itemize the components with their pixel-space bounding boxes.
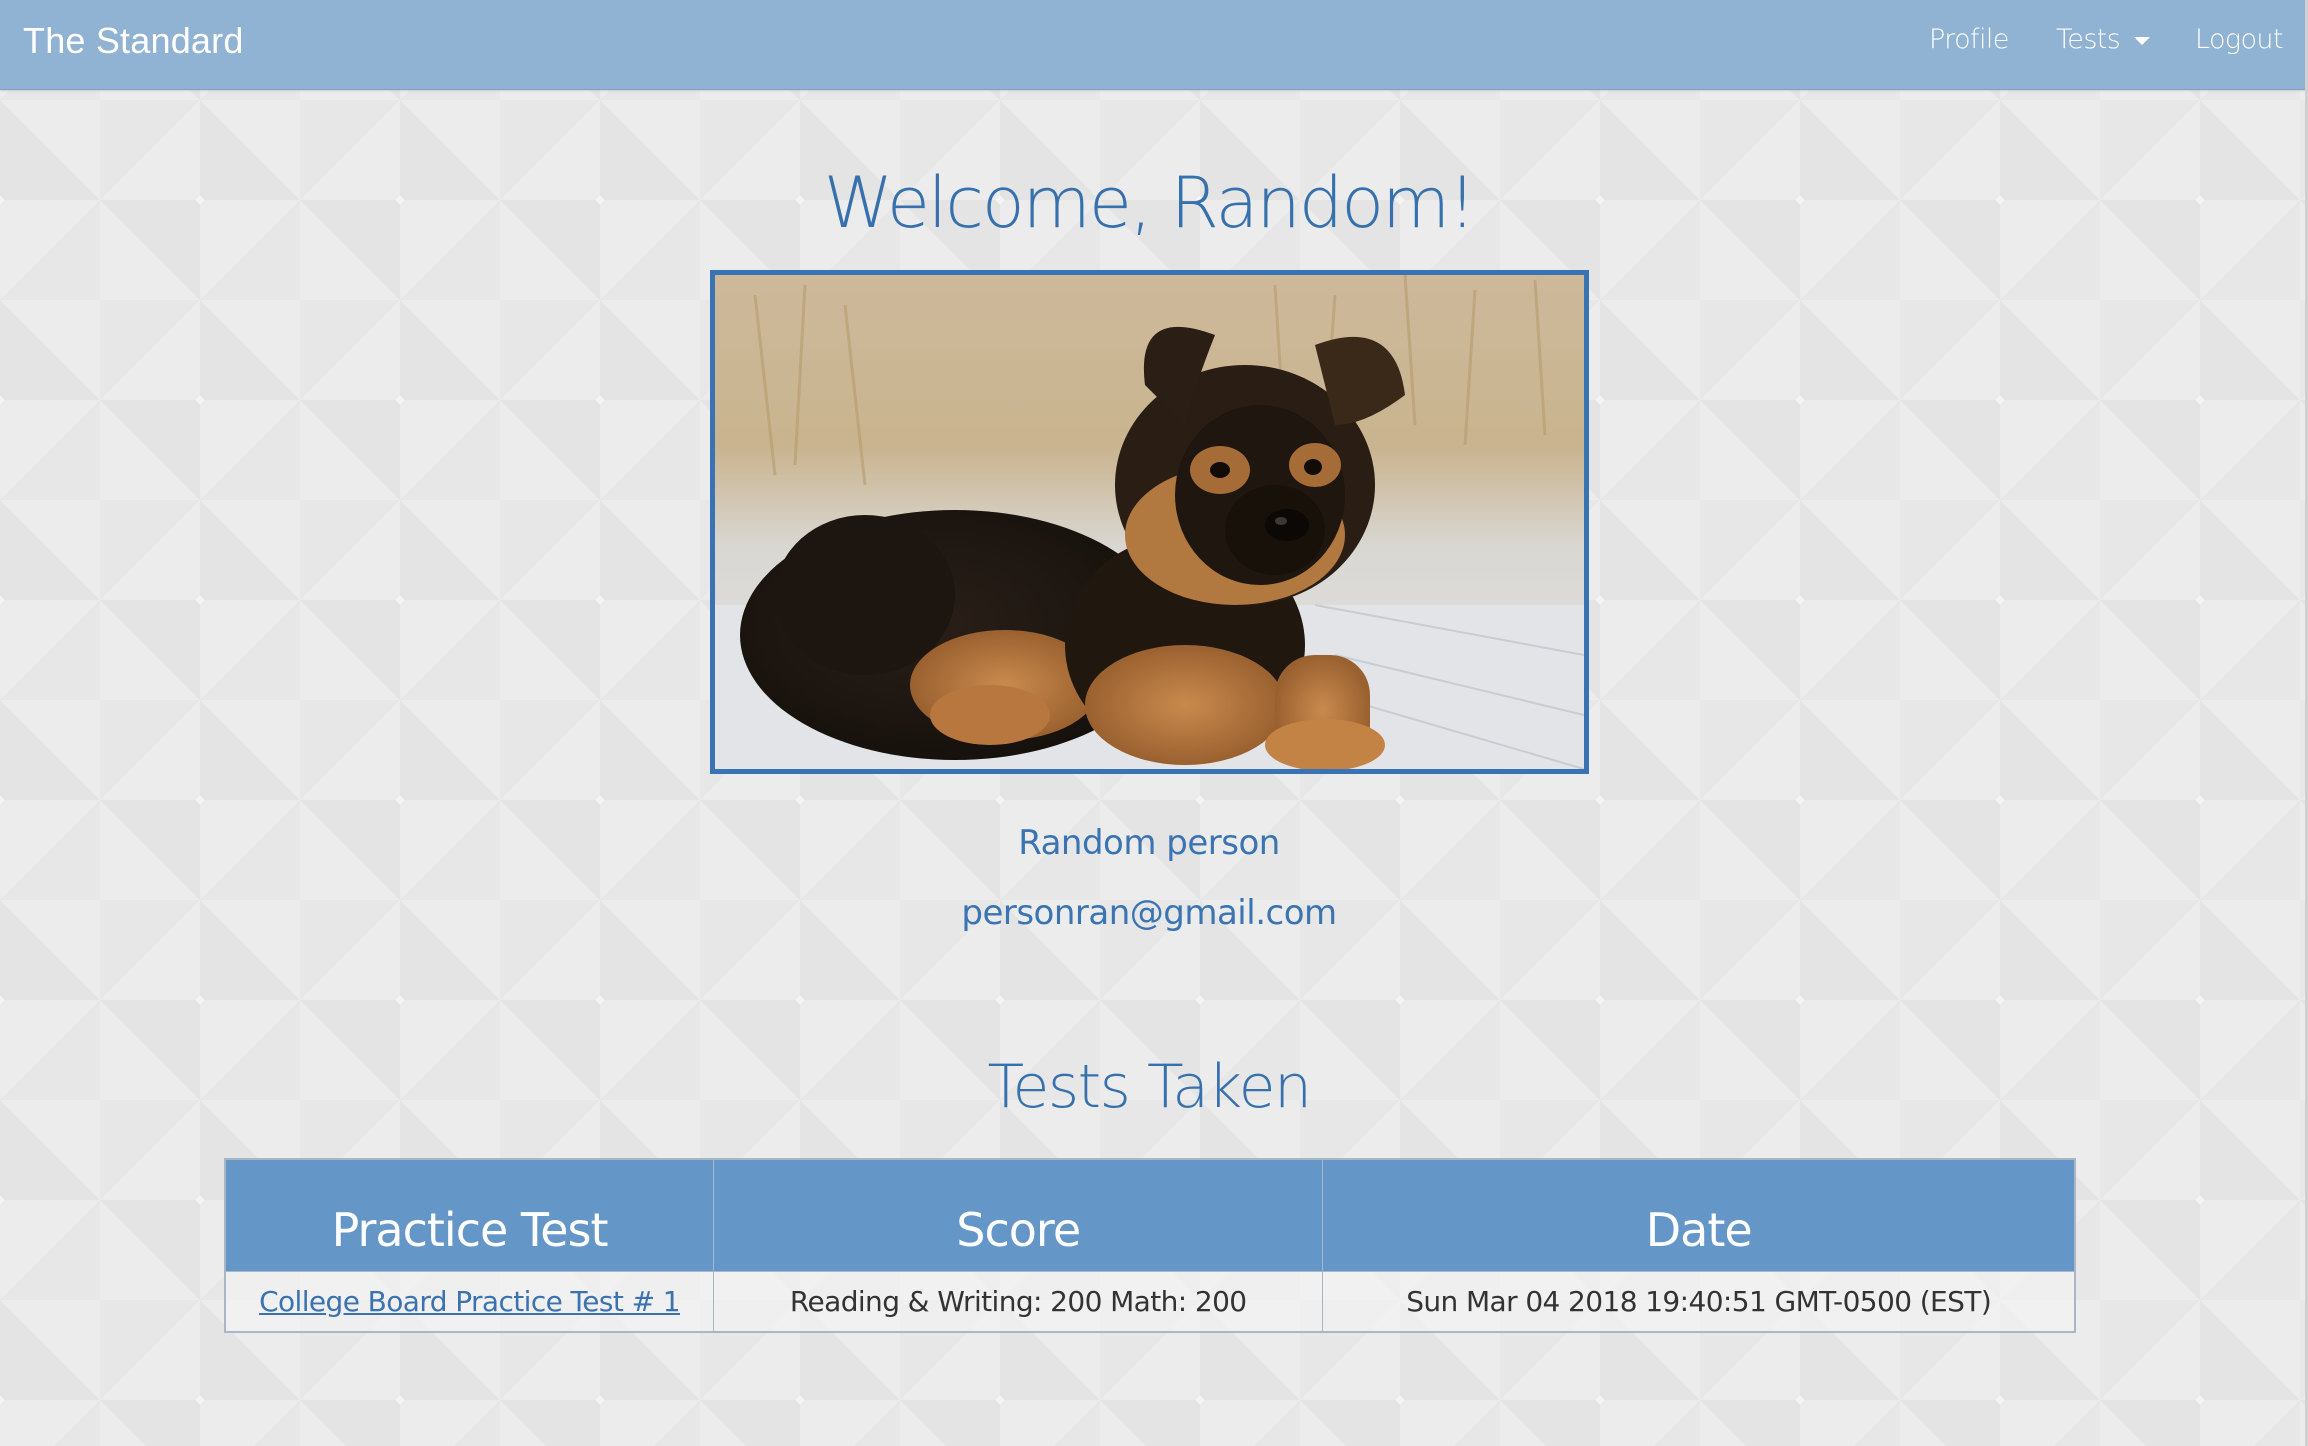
date-cell: Sun Mar 04 2018 19:40:51 GMT-0500 (EST): [1322, 1270, 2076, 1332]
user-email: personran@gmail.com: [961, 893, 1337, 933]
nav-profile-link[interactable]: Profile: [1929, 24, 2009, 55]
column-header-date: Date: [1322, 1158, 2076, 1272]
puppy-photo-icon: [715, 275, 1584, 769]
table-header-row: Practice Test Score Date: [224, 1158, 2076, 1272]
column-header-practice-test: Practice Test: [224, 1158, 715, 1272]
nav-tests-label: Tests: [2056, 24, 2121, 55]
score-cell: Reading & Writing: 200 Math: 200: [713, 1270, 1324, 1332]
tests-taken-heading: Tests Taken: [987, 1052, 1312, 1122]
user-full-name: Random person: [1018, 823, 1280, 863]
brand-logo-link[interactable]: The Standard: [23, 20, 244, 62]
table-row: College Board Practice Test # 1 Reading …: [224, 1270, 2076, 1332]
nav-logout-link[interactable]: Logout: [2195, 24, 2284, 55]
caret-down-icon: [2134, 36, 2151, 45]
practice-test-cell: College Board Practice Test # 1: [224, 1270, 715, 1332]
welcome-heading: Welcome, Random!: [823, 162, 1477, 244]
tests-taken-table: Practice Test Score Date College Board P…: [224, 1158, 2076, 1333]
column-header-score: Score: [713, 1158, 1324, 1272]
profile-photo: [710, 270, 1589, 774]
nav-tests-dropdown[interactable]: Tests: [2056, 24, 2151, 55]
top-navbar: The Standard Profile Tests Logout: [0, 0, 2305, 90]
practice-test-link[interactable]: College Board Practice Test # 1: [259, 1285, 681, 1318]
